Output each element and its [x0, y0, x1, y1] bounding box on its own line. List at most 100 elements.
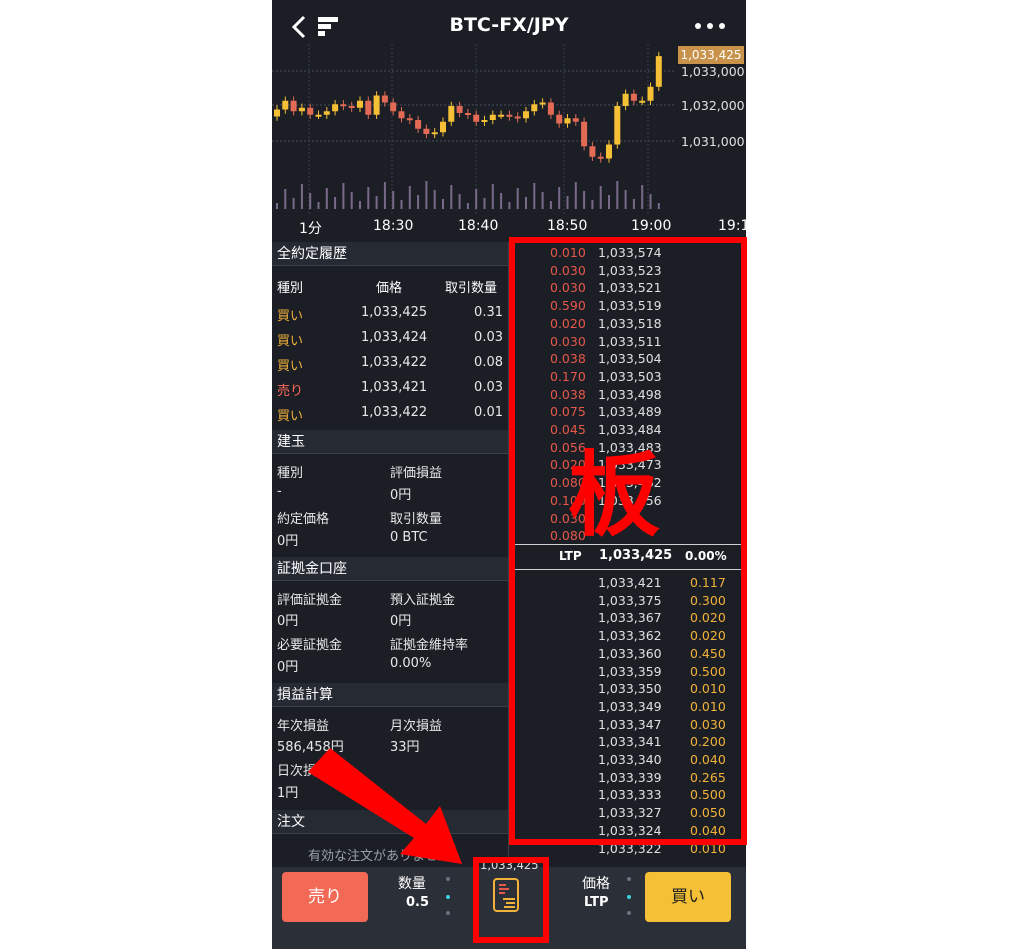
price-axis-label: 1,031,000: [681, 134, 745, 149]
candle-body: [290, 100, 297, 112]
candle-body: [406, 118, 413, 121]
candle-body: [315, 114, 322, 117]
volume-bar: [400, 200, 403, 209]
more-dots-icon[interactable]: [694, 22, 726, 30]
candle-body: [348, 106, 355, 108]
candle-body: [323, 111, 330, 115]
candle-body: [614, 106, 621, 145]
volume-bar: [425, 181, 428, 209]
sell-button[interactable]: 売り: [282, 872, 368, 922]
volume-bar: [325, 188, 328, 209]
volume-bar: [466, 203, 469, 209]
candle-body: [431, 132, 438, 135]
candle-body: [464, 113, 471, 115]
candle-body: [381, 95, 388, 103]
candle-body: [489, 114, 496, 120]
candle-body: [647, 86, 654, 101]
volume-bar: [533, 183, 536, 209]
trade-qty: 0.08: [474, 355, 503, 370]
trade-qty: 0.01: [474, 405, 503, 420]
trade-side: 買い: [277, 334, 304, 349]
candle-body: [630, 93, 637, 101]
pnl-year-label: 年次損益: [277, 719, 330, 734]
candle-body: [440, 121, 446, 133]
volume-bar: [359, 201, 361, 209]
volume-bar: [516, 188, 519, 209]
position-qty-label: 取引数量: [390, 512, 443, 527]
price-mode-value[interactable]: LTP: [584, 895, 609, 910]
candle-body: [597, 156, 604, 159]
volume-bar: [276, 203, 278, 209]
candle-body: [398, 111, 405, 119]
candle-body: [514, 116, 521, 119]
candle-body: [340, 104, 347, 107]
volume-bar: [591, 200, 594, 209]
margin-required-value: 0円: [277, 660, 299, 675]
candle-body: [415, 120, 422, 129]
pnl-month-label: 月次損益: [390, 719, 443, 734]
position-pnl-label: 評価損益: [390, 466, 443, 481]
candle-body: [373, 95, 380, 115]
price-chart[interactable]: 1,033,425 1,033,000 1,032,000 1,031,000 …: [272, 44, 746, 240]
buy-button[interactable]: 買い: [645, 872, 731, 922]
candle-body: [448, 106, 455, 122]
margin-deposit-value: 0円: [390, 614, 412, 629]
volume-bar: [599, 186, 602, 209]
pnl-header: 損益計算: [272, 683, 508, 707]
board-annotation-label: 板: [568, 442, 661, 549]
candle-body: [556, 114, 563, 124]
interval-selector[interactable]: 1分: [299, 218, 322, 238]
candle-body: [572, 118, 579, 122]
position-header: 建玉: [272, 430, 508, 454]
margin-required-label: 必要証拠金: [277, 638, 343, 653]
time-axis-label: 18:40: [458, 218, 499, 234]
margin-ratio-label: 証拠金維持率: [390, 638, 469, 653]
trade-side: 買い: [277, 309, 304, 324]
candle-body: [547, 102, 554, 115]
candle-body: [523, 111, 529, 119]
volume-bar: [608, 195, 610, 209]
trade-qty: 0.03: [474, 380, 503, 395]
candle-body: [506, 114, 513, 117]
volume-bar: [417, 195, 420, 209]
time-axis-label: 18:30: [373, 218, 414, 234]
qty-stepper-dot: [446, 895, 450, 899]
volume-bar: [433, 190, 436, 209]
position-pnl-value: 0円: [390, 488, 412, 503]
volume-bar: [408, 186, 411, 209]
candle-body: [655, 56, 662, 87]
position-type-value: -: [277, 484, 282, 499]
volume-bar: [616, 181, 619, 209]
volume-bar: [525, 197, 527, 209]
candle-body: [606, 144, 612, 159]
candle-body: [423, 128, 430, 134]
qty-value[interactable]: 0.5: [406, 895, 429, 910]
volume-bar: [549, 201, 552, 209]
price-stepper-dot: [627, 877, 631, 881]
volume-bar: [475, 189, 478, 209]
trade-qty: 0.03: [474, 330, 503, 345]
price-stepper-dot: [627, 895, 631, 899]
candle-body: [539, 102, 546, 105]
position-type-label: 種別: [277, 466, 304, 481]
volume-bar: [350, 192, 353, 209]
candle-body: [639, 100, 646, 103]
current-price-tag: 1,033,425: [678, 46, 744, 64]
volume-bar: [367, 187, 370, 209]
col-header-type: 種別: [277, 281, 304, 296]
margin-header: 証拠金口座: [272, 557, 508, 581]
volume-bar: [649, 194, 652, 209]
volume-bar: [657, 203, 660, 209]
volume-bar: [574, 182, 577, 209]
volume-bar: [541, 192, 544, 209]
trade-price: 1,033,421: [361, 380, 428, 395]
candle-body: [589, 146, 596, 157]
trade-history-header: 全約定履歴: [272, 242, 508, 266]
time-axis-label: 18:50: [547, 218, 588, 234]
position-price-value: 0円: [277, 534, 299, 549]
candle-body: [564, 118, 571, 124]
candle-body: [622, 93, 629, 106]
price-axis-label: 1,032,000: [681, 98, 745, 113]
qty-stepper-dot: [446, 911, 450, 915]
volume-bar: [458, 194, 461, 209]
